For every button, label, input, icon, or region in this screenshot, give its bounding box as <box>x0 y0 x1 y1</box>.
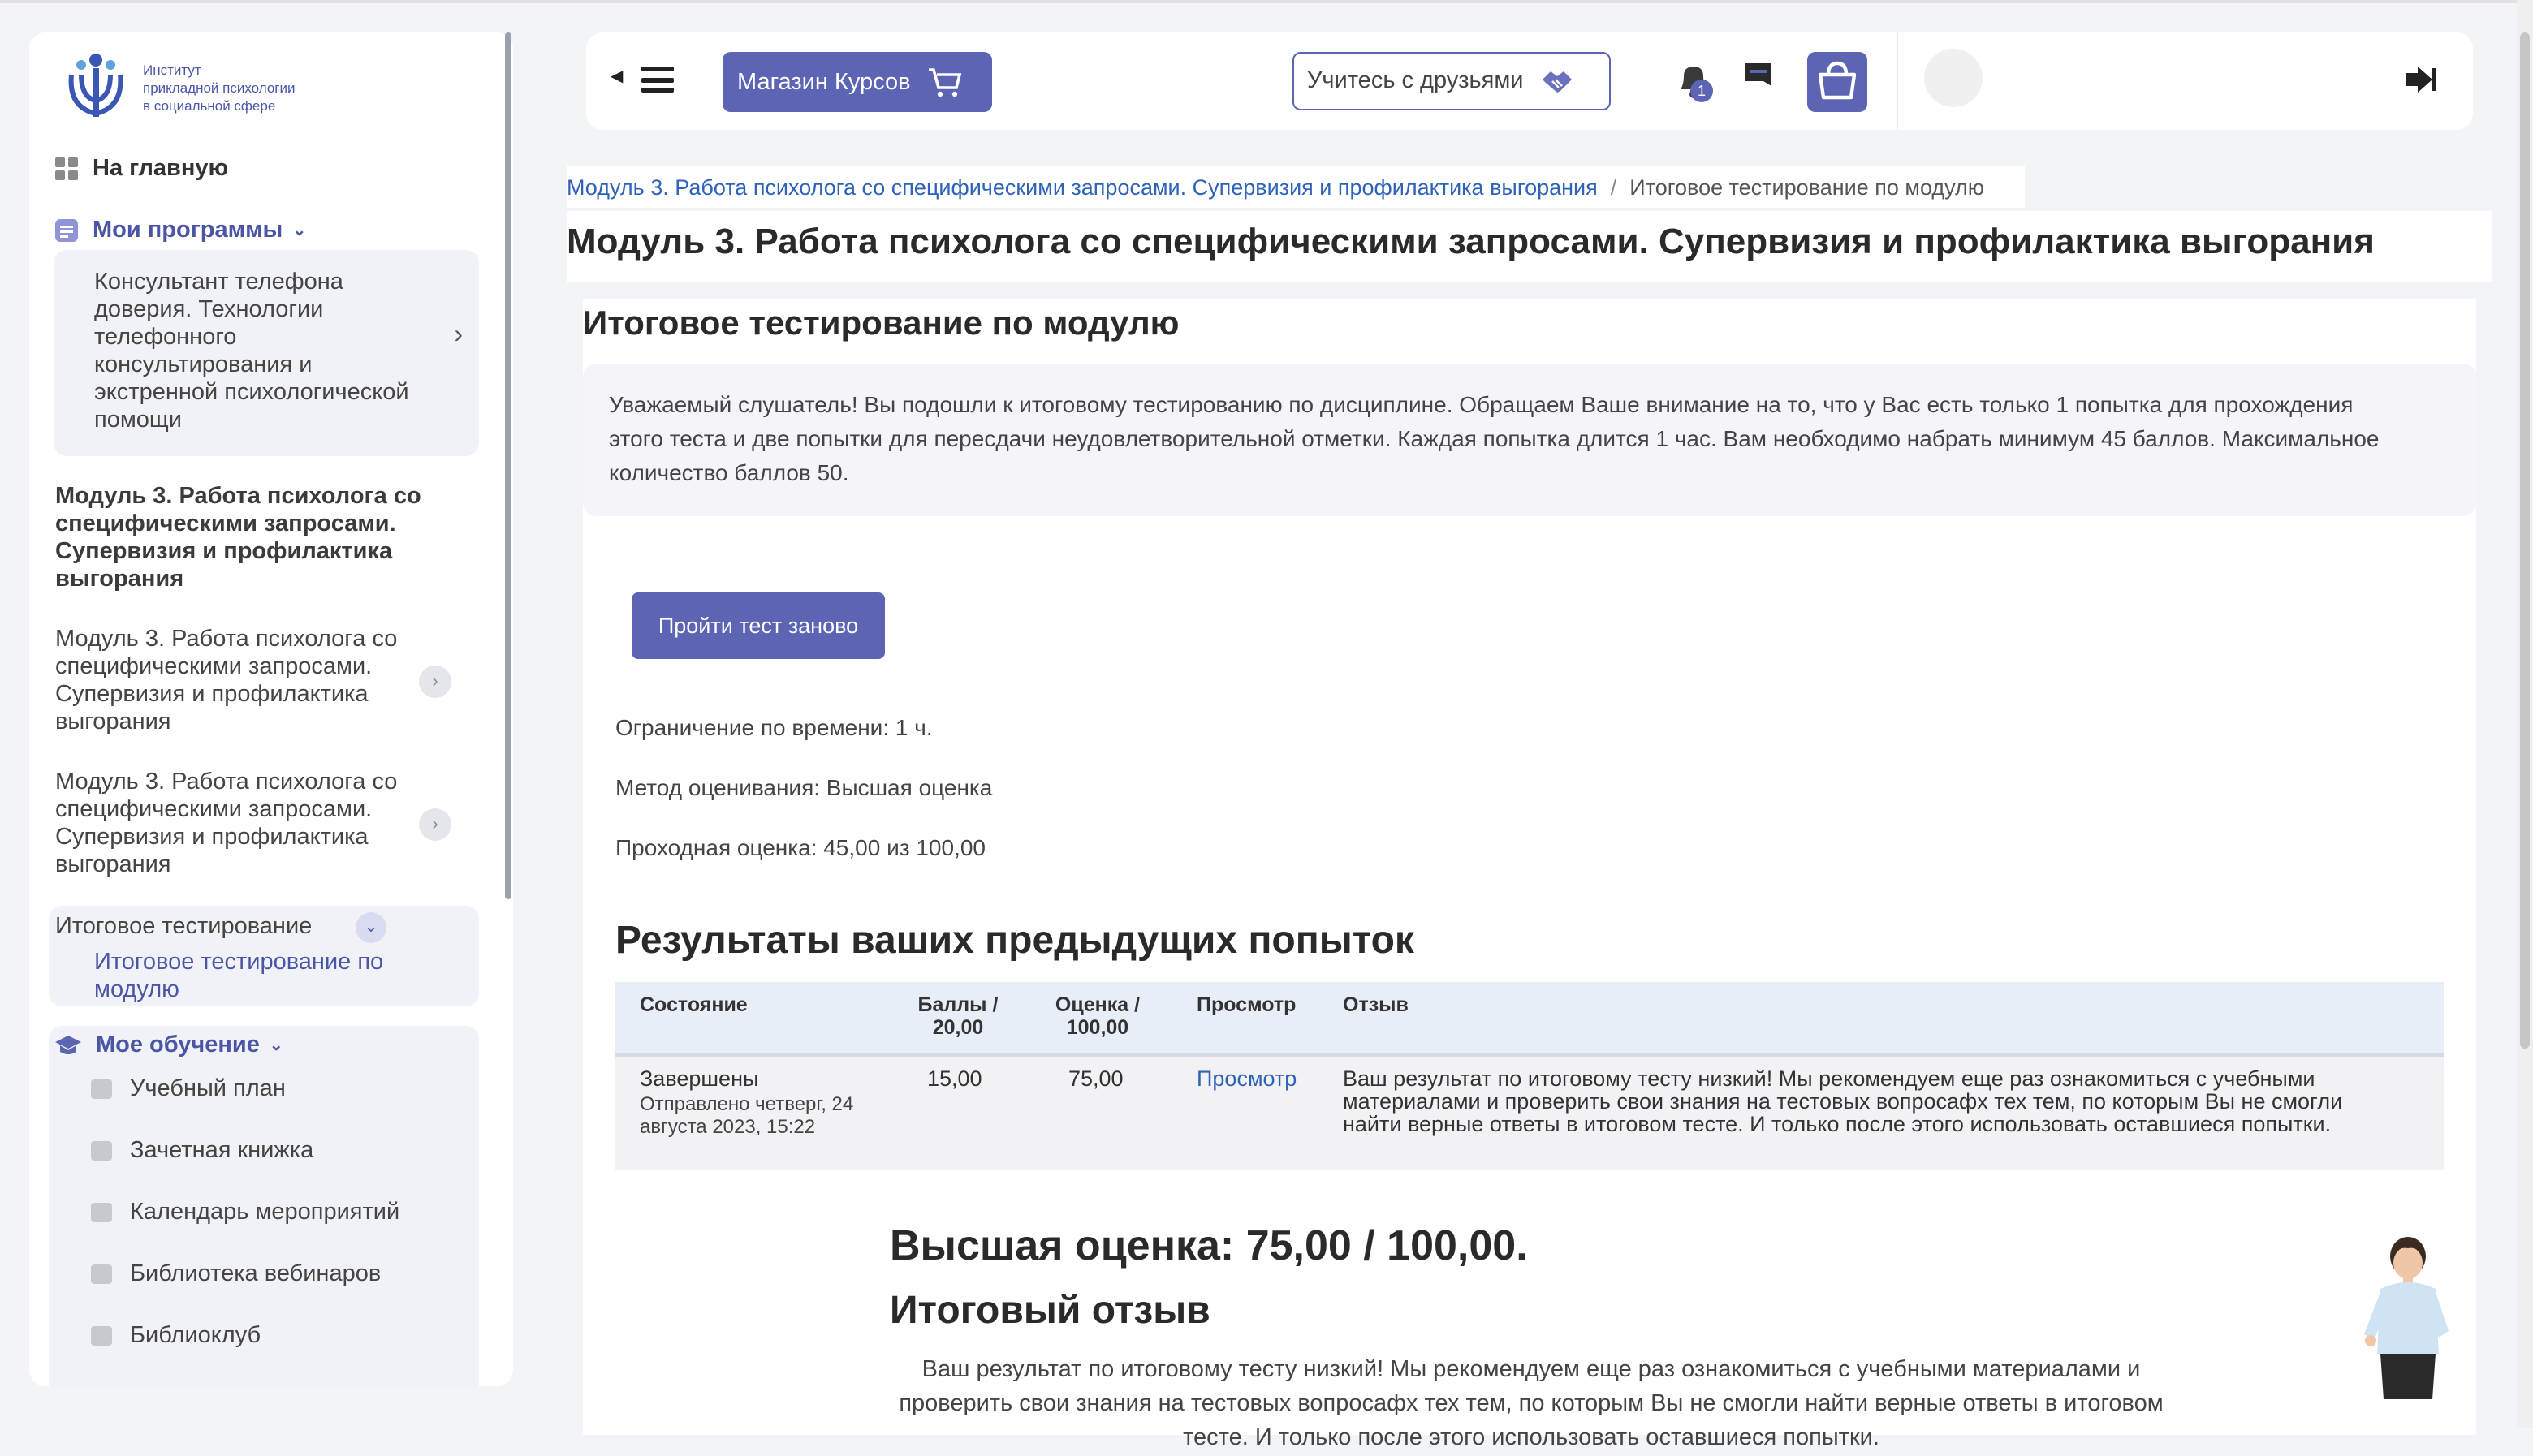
course-shop-button[interactable]: Магазин Курсов <box>723 52 992 112</box>
notification-badge: 1 <box>1690 80 1713 102</box>
cart-icon <box>928 67 961 97</box>
chevron-right-icon: › <box>454 321 463 349</box>
sidebar-item-final-test[interactable]: Итоговое тестирование по модулю <box>94 950 443 1005</box>
table-row: Завершены Отправлено четверг, 24 августа… <box>615 1057 2444 1170</box>
institute-logo[interactable]: Институт прикладной психологии в социаль… <box>62 52 338 123</box>
logo-icon <box>68 54 123 117</box>
top-header: ◀ Магазин Курсов Учитесь с друзьями 1 <box>586 32 2473 130</box>
chart-icon <box>91 1141 112 1161</box>
chevron-down-icon: ⌄ <box>269 1036 283 1054</box>
retake-test-button[interactable]: Пройти тест заново <box>632 592 885 659</box>
column-header-feedback: Отзыв <box>1343 993 1409 1016</box>
sidebar-section-learning-label: Мое обучение <box>96 1032 260 1058</box>
column-header-state: Состояние <box>640 993 748 1016</box>
chevron-right-icon[interactable]: › <box>419 808 451 841</box>
window-top-border <box>0 0 2533 3</box>
page-title: Модуль 3. Работа психолога со специфичес… <box>567 211 2492 282</box>
attempts-table: Состояние Баллы / 20,00 Оценка / 100,00 … <box>615 982 2444 1170</box>
sidebar-item-home-label: На главную <box>93 156 229 182</box>
calendar-icon <box>91 1203 112 1222</box>
graduation-cap-icon <box>55 1036 81 1054</box>
activity-title: Итоговое тестирование по модулю <box>583 305 1180 342</box>
sidebar-item-webinars[interactable]: Библиотека вебинаров <box>91 1261 381 1287</box>
sidebar: Институт прикладной психологии в социаль… <box>29 32 513 1386</box>
attempt-submitted: Отправлено четверг, 24 августа 2023, 15:… <box>640 1092 854 1138</box>
attempt-points: 15,00 <box>927 1066 982 1091</box>
sidebar-section-programs-label: Мои программы <box>93 218 283 243</box>
table-header: Состояние Баллы / 20,00 Оценка / 100,00 … <box>615 982 2444 1057</box>
course-shop-label: Магазин Курсов <box>737 69 911 95</box>
attempt-grade: 75,00 <box>1068 1066 1124 1091</box>
program-name: Консультант телефона доверия. Технологии… <box>94 269 409 433</box>
sidebar-current-module[interactable]: Модуль 3. Работа психолога со специфичес… <box>55 484 453 594</box>
sidebar-item-biblioclub[interactable]: Библиоклуб <box>91 1323 261 1349</box>
chevron-down-icon: ⌄ <box>292 222 307 239</box>
study-with-friends-button[interactable]: Учитесь с друзьями <box>1292 52 1611 110</box>
final-feedback-title: Итоговый отзыв <box>890 1289 1210 1333</box>
basket-button[interactable] <box>1807 52 1867 112</box>
sidebar-section-learning[interactable]: Мое обучение ⌄ <box>55 1032 283 1058</box>
dashboard-icon <box>55 157 78 180</box>
menu-icon[interactable] <box>641 67 674 93</box>
pass-grade: Проходная оценка: 45,00 из 100,00 <box>615 834 986 860</box>
breadcrumb-separator: / <box>1610 174 1617 199</box>
list-icon <box>55 219 78 242</box>
study-with-friends-label: Учитесь с друзьями <box>1307 68 1524 94</box>
sidebar-item-label: Календарь мероприятий <box>130 1200 400 1226</box>
sidebar-final-test-group: Итоговое тестирование ⌄ Итоговое тестиро… <box>49 906 479 1006</box>
message-icon[interactable] <box>1744 62 1773 94</box>
sidebar-item-label: Учебный план <box>130 1076 286 1102</box>
book-icon <box>91 1326 112 1346</box>
sidebar-item-calendar[interactable]: Календарь мероприятий <box>91 1200 399 1226</box>
assistant-avatar-icon[interactable] <box>2351 1234 2458 1406</box>
column-header-review: Просмотр <box>1197 993 1297 1016</box>
sidebar-program-card[interactable]: Консультант телефона доверия. Технологии… <box>54 250 479 456</box>
sidebar-scrollbar[interactable] <box>505 32 511 899</box>
avatar[interactable] <box>1924 49 1983 107</box>
folder-icon <box>91 1079 112 1099</box>
column-header-grade: Оценка / 100,00 <box>1055 993 1141 1039</box>
header-divider <box>1897 32 1898 130</box>
time-limit: Ограничение по времени: 1 ч. <box>615 714 933 740</box>
intro-text: Уважаемый слушатель! Вы подошли к итогов… <box>609 391 2380 485</box>
breadcrumb-module-link[interactable]: Модуль 3. Работа психолога со специфичес… <box>567 174 1598 199</box>
final-feedback-text: Ваш результат по итоговому тесту низкий!… <box>899 1357 2164 1451</box>
logo-text: Институт прикладной психологии в социаль… <box>143 61 296 113</box>
sidebar-item-record-book[interactable]: Зачетная книжка <box>91 1138 313 1164</box>
sidebar-module-item[interactable]: Модуль 3. Работа психолога со специфичес… <box>55 769 404 880</box>
column-header-points: Баллы / 20,00 <box>917 993 999 1039</box>
attempt-feedback: Ваш результат по итоговому тесту низкий!… <box>1343 1066 2343 1136</box>
breadcrumb: Модуль 3. Работа психолога со специфичес… <box>567 166 2025 208</box>
attempt-review-link[interactable]: Просмотр <box>1197 1067 1297 1091</box>
best-grade: Высшая оценка: 75,00 / 100,00. <box>890 1221 1528 1269</box>
sidebar-item-label: Библиотека вебинаров <box>130 1261 382 1287</box>
chevron-right-icon[interactable]: › <box>419 666 451 698</box>
sidebar-item-label: Библиоклуб <box>130 1323 261 1349</box>
basket-icon <box>1818 61 1857 100</box>
sidebar-item-study-plan[interactable]: Учебный план <box>91 1076 286 1102</box>
intro-box: Уважаемый слушатель! Вы подошли к итогов… <box>583 364 2476 516</box>
page-scrollbar[interactable] <box>2520 32 2530 1049</box>
grading-method: Метод оценивания: Высшая оценка <box>615 774 993 800</box>
breadcrumb-current: Итоговое тестирование по модулю <box>1629 174 1985 199</box>
sidebar-section-programs[interactable]: Мои программы ⌄ <box>55 218 306 243</box>
sidebar-item-label: Зачетная книжка <box>130 1138 314 1164</box>
results-title: Результаты ваших предыдущих попыток <box>615 919 1414 963</box>
final-test-group-label[interactable]: Итоговое тестирование <box>55 914 312 940</box>
main-content: Итоговое тестирование по модулю Уважаемы… <box>583 299 2476 1451</box>
video-icon <box>91 1264 112 1284</box>
handshake-icon <box>1543 71 1573 93</box>
collapse-arrow-icon[interactable]: ◀ <box>611 68 623 86</box>
attempt-state: Завершены <box>640 1066 759 1091</box>
chevron-down-icon[interactable]: ⌄ <box>356 912 386 943</box>
sidebar-module-item[interactable]: Модуль 3. Работа психолога со специфичес… <box>55 627 404 737</box>
sidebar-item-home[interactable]: На главную <box>55 156 228 182</box>
logout-icon[interactable] <box>2405 65 2437 94</box>
